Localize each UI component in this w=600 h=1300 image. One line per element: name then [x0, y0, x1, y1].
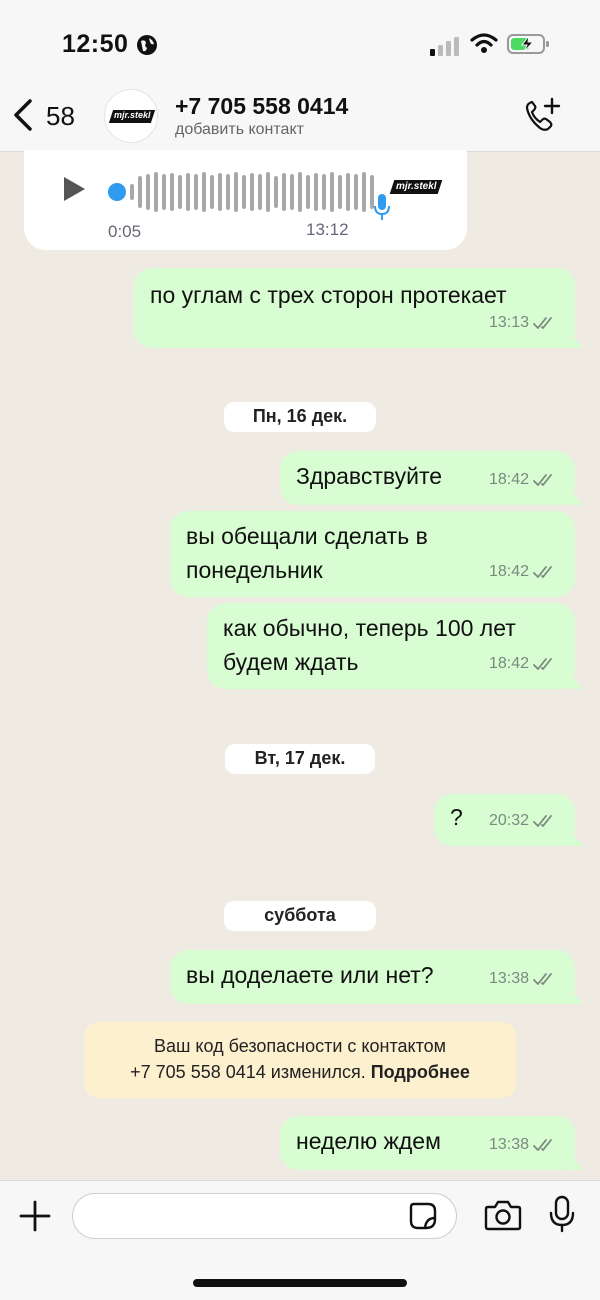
- play-icon[interactable]: [62, 176, 86, 202]
- message-time: 20:32: [488, 812, 529, 829]
- message-time: 18:42: [488, 563, 529, 580]
- composer-bar: [0, 1180, 600, 1300]
- signal-icon: [430, 37, 459, 56]
- double-check-icon: [533, 317, 552, 329]
- message-meta: 18:42: [489, 647, 557, 681]
- message-meta: 18:42: [489, 555, 557, 589]
- date-chip: суббота: [224, 901, 376, 931]
- message-text-line2: будем ждать: [223, 649, 359, 675]
- status-time: 12:50: [62, 30, 129, 58]
- message-time: 18:42: [488, 471, 529, 488]
- wifi-icon: [470, 33, 498, 53]
- message-bubble[interactable]: вы обещали сделать в понедельник 18:42: [170, 511, 575, 597]
- message-meta: 20:32: [489, 804, 557, 838]
- mic-icon[interactable]: [548, 1195, 576, 1233]
- avatar[interactable]: mjr.stekl: [104, 89, 158, 143]
- date-chip: Пн, 16 дек.: [224, 402, 376, 432]
- message-bubble[interactable]: неделю ждем 13:38: [280, 1116, 575, 1170]
- plus-icon[interactable]: [18, 1199, 52, 1233]
- message-input-box[interactable]: [72, 1193, 457, 1239]
- double-check-icon: [533, 474, 552, 486]
- battery-charging-icon: [507, 34, 549, 54]
- message-text-line2: понедельник: [186, 557, 323, 583]
- message-text: Здравствуйте: [296, 463, 443, 489]
- sticker-icon[interactable]: [408, 1201, 438, 1231]
- message-bubble[interactable]: Здравствуйте 18:42: [280, 451, 575, 505]
- message-bubble[interactable]: по углам с трех сторон протекает 13:13: [134, 268, 575, 348]
- message-text: вы доделаете или нет?: [186, 962, 434, 988]
- security-code-notice[interactable]: Ваш код безопасности с контактом +7 705 …: [84, 1022, 516, 1098]
- home-indicator: [193, 1279, 407, 1287]
- voice-timestamp: 13:12: [306, 220, 349, 239]
- voice-sender-logo: mjr.stekl: [386, 176, 446, 202]
- message-text: ?: [450, 804, 463, 830]
- security-note-line1: Ваш код безопасности с контактом: [153, 1036, 447, 1056]
- message-time: 18:42: [488, 655, 529, 672]
- security-note-line2: +7 705 558 0414 изменился.: [130, 1062, 366, 1082]
- camera-icon[interactable]: [484, 1199, 522, 1231]
- call-add-icon[interactable]: [522, 97, 562, 133]
- globe-icon: [137, 35, 157, 55]
- waveform-icon[interactable]: [108, 170, 378, 214]
- double-check-icon: [533, 1139, 552, 1151]
- security-note-line2-wrap: +7 705 558 0414 изменился. Подробнее: [84, 1059, 516, 1085]
- unread-count[interactable]: 58: [46, 101, 75, 132]
- double-check-icon: [533, 973, 552, 985]
- avatar-logo-text: mjr.stekl: [114, 110, 151, 120]
- message-time: 13:13: [488, 314, 529, 331]
- message-input[interactable]: [89, 1202, 399, 1232]
- message-meta: 13:38: [489, 1128, 557, 1162]
- message-time: 13:38: [488, 970, 529, 987]
- double-check-icon: [533, 658, 552, 670]
- date-chip: Вт, 17 дек.: [225, 744, 375, 774]
- message-bubble[interactable]: вы доделаете или нет? 13:38: [170, 950, 575, 1004]
- double-check-icon: [533, 566, 552, 578]
- message-time: 13:38: [488, 1136, 529, 1153]
- chat-header: 58 mjr.stekl +7 705 558 0414 добавить ко…: [0, 85, 600, 152]
- message-bubble[interactable]: ? 20:32: [434, 794, 575, 846]
- message-bubble[interactable]: как обычно, теперь 100 лет будем ждать 1…: [207, 603, 575, 689]
- message-text: по углам с трех сторон протекает: [150, 282, 507, 308]
- message-text-line1: вы обещали сделать в: [186, 523, 428, 549]
- voice-message: 0:05 13:12 mjr.stekl: [24, 150, 467, 250]
- message-meta: 13:38: [489, 962, 557, 996]
- message-meta: 13:13: [489, 306, 557, 340]
- double-check-icon: [533, 815, 552, 827]
- add-contact-label[interactable]: добавить контакт: [175, 121, 304, 139]
- message-meta: 18:42: [489, 463, 557, 497]
- message-text: неделю ждем: [296, 1128, 441, 1154]
- voice-duration: 0:05: [108, 222, 142, 241]
- contact-name[interactable]: +7 705 558 0414: [175, 93, 348, 120]
- voice-logo-text: mjr.stekl: [396, 181, 437, 192]
- learn-more-link[interactable]: Подробнее: [371, 1062, 470, 1082]
- status-bar: 12:50: [0, 0, 600, 85]
- message-text-line1: как обычно, теперь 100 лет: [223, 615, 516, 641]
- back-chevron-icon[interactable]: [10, 97, 38, 133]
